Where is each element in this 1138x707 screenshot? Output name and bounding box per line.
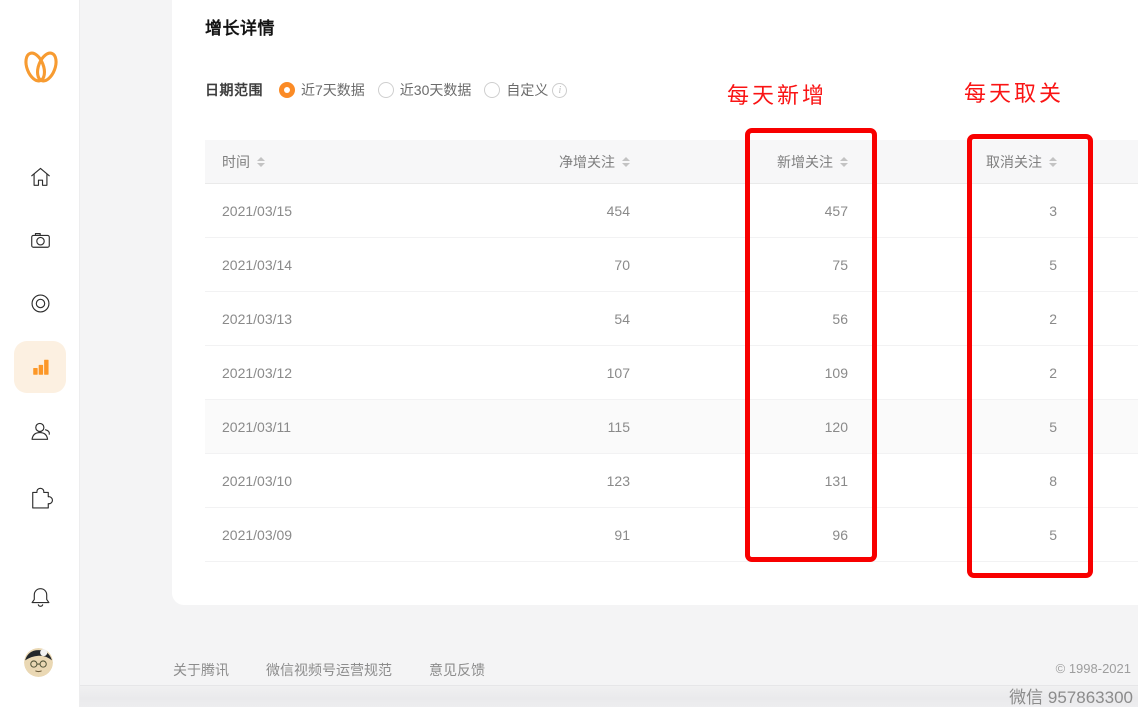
bar-chart-icon xyxy=(27,354,54,381)
cell-new-follows: 96 xyxy=(630,527,848,543)
sidebar-item-notifications[interactable] xyxy=(14,571,66,623)
table-row[interactable]: 2021/03/11 115 120 5 xyxy=(205,400,1138,454)
footer-links: 关于腾讯 微信视频号运营规范 意见反馈 xyxy=(173,660,485,680)
table-row[interactable]: 2021/03/09 91 96 5 xyxy=(205,508,1138,562)
sidebar-item-followers[interactable] xyxy=(14,405,66,457)
cell-new-follows: 56 xyxy=(630,311,848,327)
cell-unfollows: 2 xyxy=(848,365,1057,381)
cell-unfollows: 5 xyxy=(848,257,1057,273)
cell-net-follows: 70 xyxy=(420,257,630,273)
annotation-label-daily-new: 每天新增 xyxy=(727,78,827,110)
radio-custom-range[interactable]: 自定义 i xyxy=(484,80,567,100)
cell-new-follows: 75 xyxy=(630,257,848,273)
bell-icon xyxy=(27,584,54,611)
growth-table: 时间 净增关注 新增关注 取消关注 2021/03/15 454 457 3 2… xyxy=(205,140,1138,562)
radio-label: 自定义 xyxy=(506,80,548,100)
sidebar-item-analytics[interactable] xyxy=(14,341,66,393)
channels-analytics-page: 增长详情 日期范围 近7天数据 近30天数据 自定义 i 时间 xyxy=(0,0,1138,707)
cell-net-follows: 115 xyxy=(420,419,630,435)
table-row[interactable]: 2021/03/14 70 75 5 xyxy=(205,238,1138,292)
radio-unselected-icon xyxy=(484,82,500,98)
sidebar xyxy=(0,0,80,707)
camera-icon xyxy=(27,227,54,254)
table-body: 2021/03/15 454 457 3 2021/03/14 70 75 5 … xyxy=(205,184,1138,562)
cell-net-follows: 91 xyxy=(420,527,630,543)
people-icon xyxy=(27,418,54,445)
cell-new-follows: 457 xyxy=(630,203,848,219)
column-header-net-follows[interactable]: 净增关注 xyxy=(420,152,630,172)
cell-net-follows: 454 xyxy=(420,203,630,219)
radio-label: 近7天数据 xyxy=(301,80,365,100)
table-row[interactable]: 2021/03/13 54 56 2 xyxy=(205,292,1138,346)
radio-last-30-days[interactable]: 近30天数据 xyxy=(378,80,472,100)
sidebar-item-home[interactable] xyxy=(14,151,66,203)
radio-unselected-icon xyxy=(378,82,394,98)
avatar-image xyxy=(24,648,53,677)
cell-date: 2021/03/13 xyxy=(205,311,420,327)
user-avatar[interactable] xyxy=(24,648,53,677)
radio-selected-icon xyxy=(279,82,295,98)
cell-date: 2021/03/09 xyxy=(205,527,420,543)
sidebar-item-plugin[interactable] xyxy=(14,469,66,521)
bottom-strip xyxy=(80,685,1138,707)
sort-icon[interactable] xyxy=(1049,157,1057,167)
cell-date: 2021/03/11 xyxy=(205,419,420,435)
annotation-label-daily-unfollow: 每天取关 xyxy=(964,76,1064,108)
radio-last-7-days[interactable]: 近7天数据 xyxy=(279,80,365,100)
sort-icon[interactable] xyxy=(840,157,848,167)
wechat-watermark: 微信 957863300 xyxy=(1009,683,1133,707)
sort-icon[interactable] xyxy=(622,157,630,167)
cell-net-follows: 54 xyxy=(420,311,630,327)
table-row[interactable]: 2021/03/10 123 131 8 xyxy=(205,454,1138,508)
radio-label: 近30天数据 xyxy=(400,80,472,100)
cell-unfollows: 3 xyxy=(848,203,1057,219)
cell-unfollows: 5 xyxy=(848,419,1057,435)
cell-new-follows: 109 xyxy=(630,365,848,381)
sidebar-item-create[interactable] xyxy=(14,214,66,266)
cell-unfollows: 5 xyxy=(848,527,1057,543)
table-row[interactable]: 2021/03/15 454 457 3 xyxy=(205,184,1138,238)
column-header-unfollows[interactable]: 取消关注 xyxy=(848,152,1057,172)
cell-date: 2021/03/10 xyxy=(205,473,420,489)
wechat-channels-logo[interactable] xyxy=(21,45,61,89)
table-row[interactable]: 2021/03/12 107 109 2 xyxy=(205,346,1138,400)
sort-icon[interactable] xyxy=(257,157,265,167)
puzzle-piece-icon xyxy=(27,482,54,509)
cell-unfollows: 2 xyxy=(848,311,1057,327)
footer-link-channel-rules[interactable]: 微信视频号运营规范 xyxy=(266,660,392,680)
record-circle-icon xyxy=(27,290,54,317)
sidebar-item-record[interactable] xyxy=(14,277,66,329)
cell-date: 2021/03/12 xyxy=(205,365,420,381)
info-circle-icon[interactable]: i xyxy=(552,83,567,98)
cell-net-follows: 107 xyxy=(420,365,630,381)
footer-link-about-tencent[interactable]: 关于腾讯 xyxy=(173,660,229,680)
cell-date: 2021/03/14 xyxy=(205,257,420,273)
copyright-text: © 1998-2021 xyxy=(1056,661,1131,676)
cell-net-follows: 123 xyxy=(420,473,630,489)
page-title: 增长详情 xyxy=(205,14,275,39)
column-header-new-follows[interactable]: 新增关注 xyxy=(630,152,848,172)
cell-unfollows: 8 xyxy=(848,473,1057,489)
table-header-row: 时间 净增关注 新增关注 取消关注 xyxy=(205,140,1138,184)
column-header-time[interactable]: 时间 xyxy=(205,152,420,172)
cell-date: 2021/03/15 xyxy=(205,203,420,219)
date-range-label: 日期范围 xyxy=(205,80,263,100)
cell-new-follows: 131 xyxy=(630,473,848,489)
home-icon xyxy=(27,164,54,191)
cell-new-follows: 120 xyxy=(630,419,848,435)
date-range-row: 日期范围 近7天数据 近30天数据 自定义 i xyxy=(205,80,580,100)
footer-link-feedback[interactable]: 意见反馈 xyxy=(429,660,485,680)
